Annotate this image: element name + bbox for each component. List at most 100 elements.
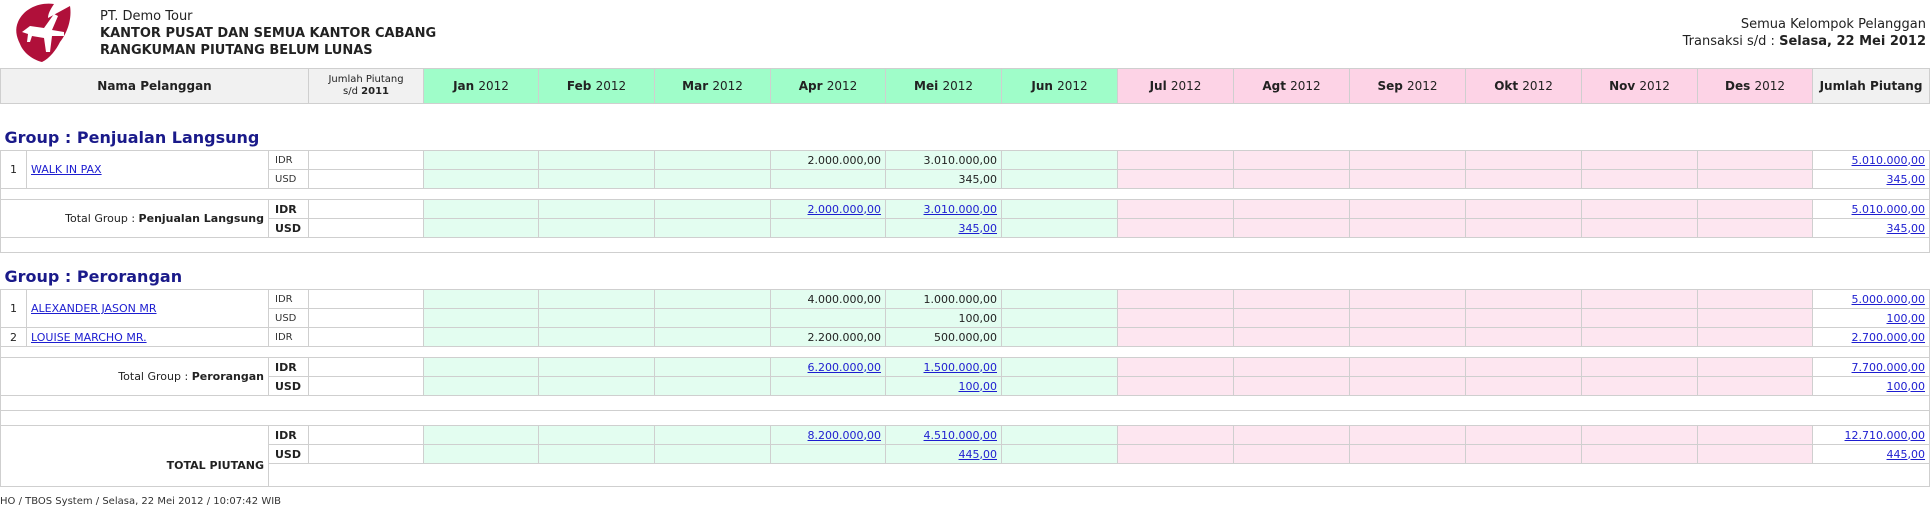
amount-link[interactable]: 445,00 bbox=[959, 448, 998, 461]
month-cell bbox=[1581, 357, 1699, 377]
month-cell bbox=[770, 218, 887, 238]
total-link[interactable]: 7.700.000,00 bbox=[1852, 361, 1925, 374]
month-cell bbox=[538, 150, 656, 170]
month-cell bbox=[654, 218, 772, 238]
total-link[interactable]: 2.700.000,00 bbox=[1852, 331, 1925, 344]
month-cell bbox=[770, 169, 887, 189]
month-cell bbox=[1465, 308, 1583, 328]
total-link[interactable]: 5.010.000,00 bbox=[1852, 203, 1925, 216]
month-cell bbox=[1581, 199, 1699, 219]
month-cell bbox=[1697, 169, 1814, 189]
month-cell bbox=[1233, 444, 1351, 464]
group-title: Group : Perorangan bbox=[4, 266, 183, 286]
month-cell bbox=[1117, 425, 1235, 445]
amount-link[interactable]: 4.510.000,00 bbox=[924, 429, 997, 442]
month-cell bbox=[1001, 308, 1119, 328]
prior-cell bbox=[308, 150, 425, 170]
month-cell bbox=[1349, 376, 1467, 396]
month-cell bbox=[538, 289, 656, 309]
month-cell bbox=[1697, 218, 1814, 238]
total-link[interactable]: 5.010.000,00 bbox=[1852, 154, 1925, 167]
amount-link[interactable]: 345,00 bbox=[959, 222, 998, 235]
month-cell bbox=[654, 289, 772, 309]
prior-cell bbox=[308, 289, 425, 309]
month-cell bbox=[1465, 150, 1583, 170]
col-month: Agt 2012 bbox=[1233, 68, 1351, 104]
currency: IDR bbox=[267, 357, 310, 377]
month-cell bbox=[1697, 425, 1814, 445]
col-month: Jan 2012 bbox=[423, 68, 540, 104]
spacer-row bbox=[0, 188, 1931, 200]
prior-cell bbox=[308, 169, 425, 189]
group-total-label: Total Group : Penjualan Langsung bbox=[0, 199, 269, 238]
amount-link[interactable]: 100,00 bbox=[959, 380, 998, 393]
month-cell bbox=[1233, 199, 1351, 219]
month-cell bbox=[1001, 150, 1119, 170]
company-scope: KANTOR PUSAT DAN SEMUA KANTOR CABANG bbox=[100, 26, 437, 41]
month-cell: 4.000.000,00 bbox=[770, 289, 887, 309]
total-link[interactable]: 345,00 bbox=[1887, 222, 1926, 235]
month-cell bbox=[1349, 308, 1467, 328]
total-link[interactable]: 445,00 bbox=[1887, 448, 1926, 461]
month-cell bbox=[538, 376, 656, 396]
grand-total-filler bbox=[1, 463, 1931, 487]
header-row: Nama Pelanggan Jumlah Piutang s/d 2011 Jan … bbox=[0, 68, 1931, 104]
prior-cell bbox=[308, 444, 425, 464]
customer-link[interactable]: LOUISE MARCHO MR. bbox=[31, 331, 147, 344]
month-cell: 2.000.000,00 bbox=[770, 150, 887, 170]
footer-status: HO / TBOS System / Selasa, 22 Mei 2012 /… bbox=[0, 496, 282, 507]
total-link[interactable]: 5.000.000,00 bbox=[1852, 293, 1925, 306]
month-cell: 100,00 bbox=[885, 376, 1003, 396]
total-cell: 345,00 bbox=[1812, 218, 1931, 238]
col-month: Sep 2012 bbox=[1349, 68, 1467, 104]
month-cell bbox=[1581, 150, 1699, 170]
month-cell bbox=[1697, 327, 1814, 347]
month-cell bbox=[423, 357, 540, 377]
col-month: Jul 2012 bbox=[1117, 68, 1235, 104]
total-link[interactable]: 100,00 bbox=[1887, 380, 1926, 393]
month-cell bbox=[1001, 425, 1119, 445]
total-link[interactable]: 100,00 bbox=[1887, 312, 1926, 325]
total-cell: 100,00 bbox=[1812, 308, 1931, 328]
spacer-row bbox=[0, 346, 1931, 358]
month-cell: 1.000.000,00 bbox=[885, 289, 1003, 309]
month-cell bbox=[1581, 444, 1699, 464]
month-cell bbox=[1349, 357, 1467, 377]
amount-link[interactable]: 3.010.000,00 bbox=[924, 203, 997, 216]
group-heading-row: Group : Perorangan bbox=[1, 253, 1930, 290]
amount-link[interactable]: 2.000.000,00 bbox=[808, 203, 881, 216]
prior-cell bbox=[308, 199, 425, 219]
amount-link[interactable]: 6.200.000,00 bbox=[808, 361, 881, 374]
spacer-row bbox=[0, 395, 1931, 411]
month-cell bbox=[1581, 376, 1699, 396]
month-cell bbox=[1001, 199, 1119, 219]
month-cell bbox=[1117, 218, 1235, 238]
customer-cell: WALK IN PAX bbox=[26, 150, 269, 189]
month-cell bbox=[1001, 357, 1119, 377]
customer-link[interactable]: ALEXANDER JASON MR bbox=[31, 302, 157, 315]
month-cell bbox=[770, 376, 887, 396]
amount-link[interactable]: 1.500.000,00 bbox=[924, 361, 997, 374]
group-total-row: Total Group : Perorangan IDR 6.200.000,00 1… bbox=[0, 357, 1931, 396]
month-cell bbox=[1465, 357, 1583, 377]
grand-total-row: USD 445,00 445,00 bbox=[1, 444, 1931, 464]
month-cell bbox=[1581, 425, 1699, 445]
month-cell bbox=[538, 218, 656, 238]
total-cell: 7.700.000,00 bbox=[1812, 357, 1931, 377]
report-header: PT. Demo Tour KANTOR PUSAT DAN SEMUA KAN… bbox=[0, 0, 1932, 68]
month-cell bbox=[1697, 308, 1814, 328]
total-link[interactable]: 345,00 bbox=[1887, 173, 1926, 186]
currency: IDR bbox=[267, 289, 310, 309]
month-cell bbox=[1697, 150, 1814, 170]
group-total-row: Total Group : Penjualan Langsung IDR 2.000… bbox=[0, 199, 1931, 238]
month-cell bbox=[1233, 289, 1351, 309]
customer-link[interactable]: WALK IN PAX bbox=[31, 163, 102, 176]
amount-link[interactable]: 8.200.000,00 bbox=[808, 429, 881, 442]
month-cell bbox=[1117, 150, 1235, 170]
total-cell: 100,00 bbox=[1812, 376, 1931, 396]
group-total-row: USD 100,00 100,00 bbox=[1, 376, 1931, 396]
total-link[interactable]: 12.710.000,00 bbox=[1845, 429, 1925, 442]
currency: USD bbox=[267, 169, 310, 189]
transaction-date-line: Transaksi s/d : Selasa, 22 Mei 2012 bbox=[1682, 34, 1926, 49]
month-cell bbox=[1233, 218, 1351, 238]
